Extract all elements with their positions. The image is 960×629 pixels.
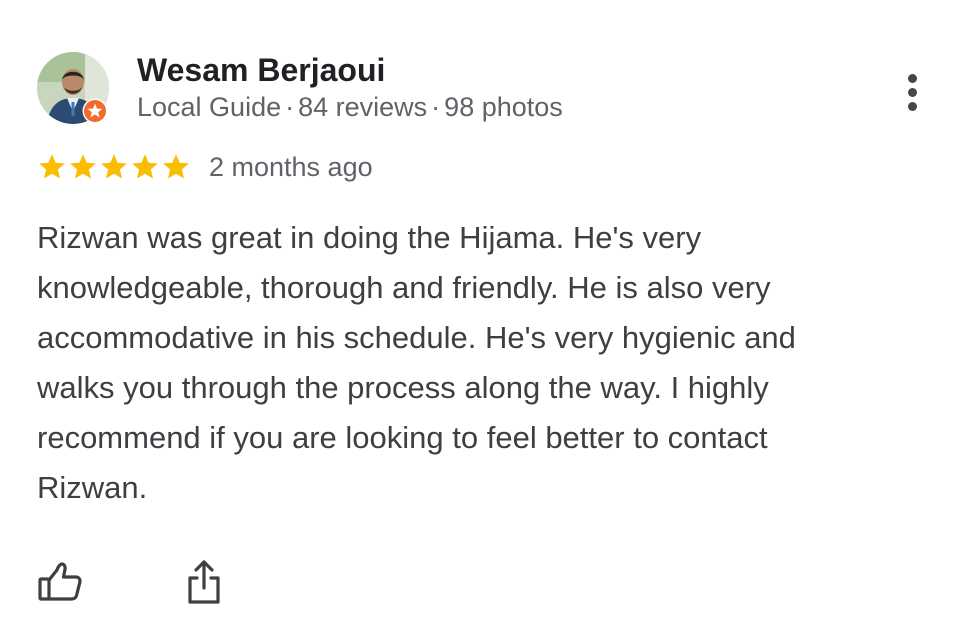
more-vertical-icon (908, 74, 917, 83)
share-icon (188, 560, 220, 604)
meta-separator: · (431, 92, 441, 122)
review-text: Rizwan was great in doing the Hijama. He… (37, 220, 796, 505)
thumbs-up-icon (38, 562, 82, 601)
photo-count: 98 photos (444, 92, 563, 122)
review-count: 84 reviews (298, 92, 428, 122)
star-icon (163, 154, 189, 179)
review-date: 2 months ago (209, 152, 373, 182)
more-options-button[interactable] (896, 70, 930, 114)
local-guide-label: Local Guide (137, 92, 282, 122)
local-guide-badge-icon (82, 98, 108, 124)
star-icon (101, 154, 127, 179)
more-vertical-icon-dot (908, 88, 917, 97)
star-icon (70, 154, 96, 179)
review-card: Wesam Berjaoui Local Guide · 84 reviews · 98… (0, 0, 960, 629)
share-button[interactable] (185, 558, 223, 606)
more-vertical-icon-dot (908, 102, 917, 111)
star-icon (132, 154, 158, 179)
meta-separator: · (285, 92, 295, 122)
like-button[interactable] (37, 560, 83, 604)
author-name[interactable]: Wesam Berjaoui (137, 52, 385, 88)
rating-row: 2 months ago (37, 150, 373, 184)
star-rating (37, 152, 191, 182)
author-meta: Local Guide · 84 reviews · 98 photos (137, 91, 563, 123)
star-icon (39, 154, 65, 179)
